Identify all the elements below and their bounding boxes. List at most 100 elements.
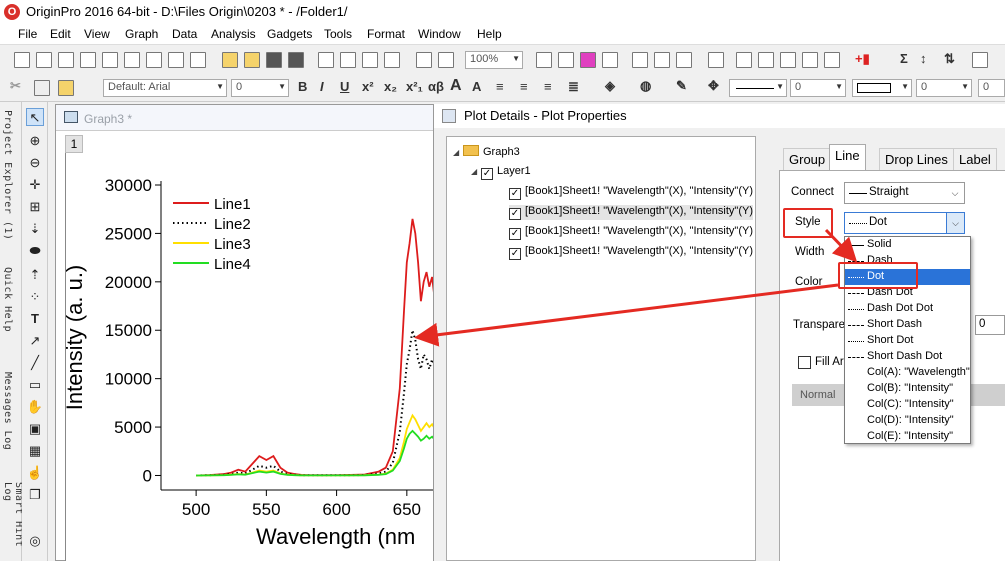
open-icon[interactable] xyxy=(222,52,238,68)
border-select[interactable]: ▼ xyxy=(852,79,912,97)
print-icon[interactable] xyxy=(536,52,552,68)
refresh-icon[interactable] xyxy=(558,52,574,68)
collapse-icon[interactable]: ◢ xyxy=(471,167,481,176)
bold-icon[interactable]: B xyxy=(298,79,307,94)
italic-icon[interactable]: I xyxy=(320,79,324,94)
export-icon[interactable] xyxy=(602,52,618,68)
style-option-col-e[interactable]: Col(E): "Intensity" xyxy=(845,429,970,445)
statistics-icon[interactable]: Σ xyxy=(900,51,908,66)
tab-drop-lines[interactable]: Drop Lines xyxy=(879,148,954,170)
mask-icon[interactable]: ⇡ xyxy=(26,266,44,284)
duplicate-icon[interactable] xyxy=(416,52,432,68)
script-window-icon[interactable] xyxy=(632,52,648,68)
subscript-icon[interactable]: x₂ xyxy=(384,79,397,94)
tree-plot-item[interactable]: ✓ [Book1]Sheet1! "Wavelength"(X), "Intens… xyxy=(509,245,753,260)
supersub-icon[interactable]: x²₁ xyxy=(406,79,423,94)
cut-icon[interactable]: ✂ xyxy=(10,78,21,94)
hand-tool-icon[interactable]: ✋ xyxy=(26,398,44,416)
superscript-icon[interactable]: x² xyxy=(362,79,374,94)
zoom-out-icon[interactable]: ⊖ xyxy=(26,154,44,172)
tab-line[interactable]: Line xyxy=(829,144,866,170)
line-width-select[interactable]: 0 ▼ xyxy=(790,79,846,97)
fill-color-icon[interactable]: ◈ xyxy=(605,78,615,94)
menu-format[interactable]: Format xyxy=(367,27,405,41)
menu-window[interactable]: Window xyxy=(418,27,461,41)
align-right-icon[interactable]: ≡ xyxy=(544,79,552,94)
greek-icon[interactable]: αβ xyxy=(428,79,444,94)
style-select[interactable]: Dot ⌵ xyxy=(844,212,965,234)
style-option-col-b[interactable]: Col(B): "Intensity" xyxy=(845,381,970,397)
fill-area-checkbox[interactable] xyxy=(798,356,811,369)
import-wizard-icon[interactable] xyxy=(362,52,378,68)
decrease-font-icon[interactable]: A xyxy=(472,79,481,94)
plot-checkbox[interactable]: ✓ xyxy=(509,208,521,220)
new-matrix-icon[interactable] xyxy=(102,52,118,68)
smart-hint-log-tab[interactable]: Smart Hint Log xyxy=(2,482,24,561)
tree-node-graph[interactable]: ◢ Graph3 xyxy=(453,145,520,158)
chevron-down-icon[interactable]: ⌵ xyxy=(946,213,964,233)
style-option-solid[interactable]: Solid xyxy=(845,237,970,253)
scroll-icon[interactable]: ◎ xyxy=(26,532,44,550)
command-window-icon[interactable] xyxy=(736,52,752,68)
region-icon[interactable]: ▣ xyxy=(26,420,44,438)
new-sheet-icon[interactable] xyxy=(190,52,206,68)
import-icon[interactable] xyxy=(318,52,334,68)
new-notes-icon[interactable] xyxy=(146,52,162,68)
app-center-icon[interactable] xyxy=(780,52,796,68)
messages-log-tab[interactable]: Messages Log xyxy=(2,372,13,450)
data-selector-icon[interactable]: ⇣ xyxy=(26,220,44,238)
line-tool-icon[interactable]: ╱ xyxy=(26,354,44,372)
style-option-short-dot[interactable]: Short Dot xyxy=(845,333,970,349)
menu-help[interactable]: Help xyxy=(477,27,502,41)
plot-checkbox[interactable]: ✓ xyxy=(509,248,521,260)
graph-window[interactable]: Graph3 * 1 0 5000 10000 15000 20000 25000 3000… xyxy=(55,104,441,561)
collapse-icon[interactable]: ◢ xyxy=(453,148,463,157)
new-graph-icon[interactable] xyxy=(80,52,96,68)
align-justify-icon[interactable]: ≣ xyxy=(568,79,579,95)
import-multiple-icon[interactable] xyxy=(340,52,356,68)
tree-plot-item[interactable]: ✓ [Book1]Sheet1! "Wavelength"(X), "Intens… xyxy=(509,185,753,200)
text-tool-icon[interactable]: T xyxy=(26,310,44,328)
style-option-col-d[interactable]: Col(D): "Intensity" xyxy=(845,413,970,429)
paste-icon[interactable] xyxy=(58,80,74,96)
copy-icon[interactable] xyxy=(34,80,50,96)
add-column-icon[interactable]: +▮ xyxy=(855,51,870,67)
project-explorer-icon[interactable] xyxy=(708,52,724,68)
new-function-icon[interactable] xyxy=(124,52,140,68)
style-option-short-dash-dot[interactable]: Short Dash Dot xyxy=(845,349,970,365)
zoom-in-icon[interactable]: ⊕ xyxy=(26,132,44,150)
size-select-2[interactable]: 0 xyxy=(978,79,1005,97)
menu-gadgets[interactable]: Gadgets xyxy=(267,27,312,41)
size-select[interactable]: 0 ▼ xyxy=(916,79,972,97)
layer-checkbox[interactable]: ✓ xyxy=(481,168,493,180)
plot-checkbox[interactable]: ✓ xyxy=(509,188,521,200)
recalculate-icon[interactable] xyxy=(438,52,454,68)
line-style-select[interactable]: ▼ xyxy=(729,79,787,97)
menu-data[interactable]: Data xyxy=(172,27,197,41)
chart[interactable]: 0 5000 10000 15000 20000 25000 30000 500 550 600 6… xyxy=(56,131,441,561)
sort-icon[interactable]: ↕ xyxy=(920,51,927,66)
connect-select[interactable]: Straight ⌵ xyxy=(844,182,965,204)
font-size-select[interactable]: 0 ▼ xyxy=(231,79,289,97)
style-option-dash-dot-dot[interactable]: Dash Dot Dot xyxy=(845,301,970,317)
plot-checkbox[interactable]: ✓ xyxy=(509,228,521,240)
batch-icon[interactable] xyxy=(384,52,400,68)
code-builder-icon[interactable] xyxy=(654,52,670,68)
learning-center-icon[interactable] xyxy=(802,52,818,68)
menu-analysis[interactable]: Analysis xyxy=(211,27,256,41)
increase-font-icon[interactable]: A xyxy=(450,77,462,95)
style-option-col-a[interactable]: Col(A): "Wavelength" xyxy=(845,365,970,381)
underline-icon[interactable]: U xyxy=(340,79,349,94)
symbol-icon[interactable]: ✥ xyxy=(708,78,719,94)
column-icon[interactable] xyxy=(972,52,988,68)
tree-plot-item[interactable]: ✓ [Book1]Sheet1! "Wavelength"(X), "Intens… xyxy=(509,225,753,240)
rectangle-tool-icon[interactable]: ▭ xyxy=(26,376,44,394)
open-template-icon[interactable] xyxy=(244,52,260,68)
tab-group[interactable]: Group xyxy=(783,148,832,170)
arrow-tool-icon[interactable]: ↗ xyxy=(26,332,44,350)
style-option-col-c[interactable]: Col(C): "Intensity" xyxy=(845,397,970,413)
font-select[interactable]: Default: Arial ▼ xyxy=(103,79,227,97)
insert-graph-icon[interactable]: ▦ xyxy=(26,442,44,460)
menu-file[interactable]: File xyxy=(18,27,37,41)
new-project-icon[interactable] xyxy=(14,52,30,68)
